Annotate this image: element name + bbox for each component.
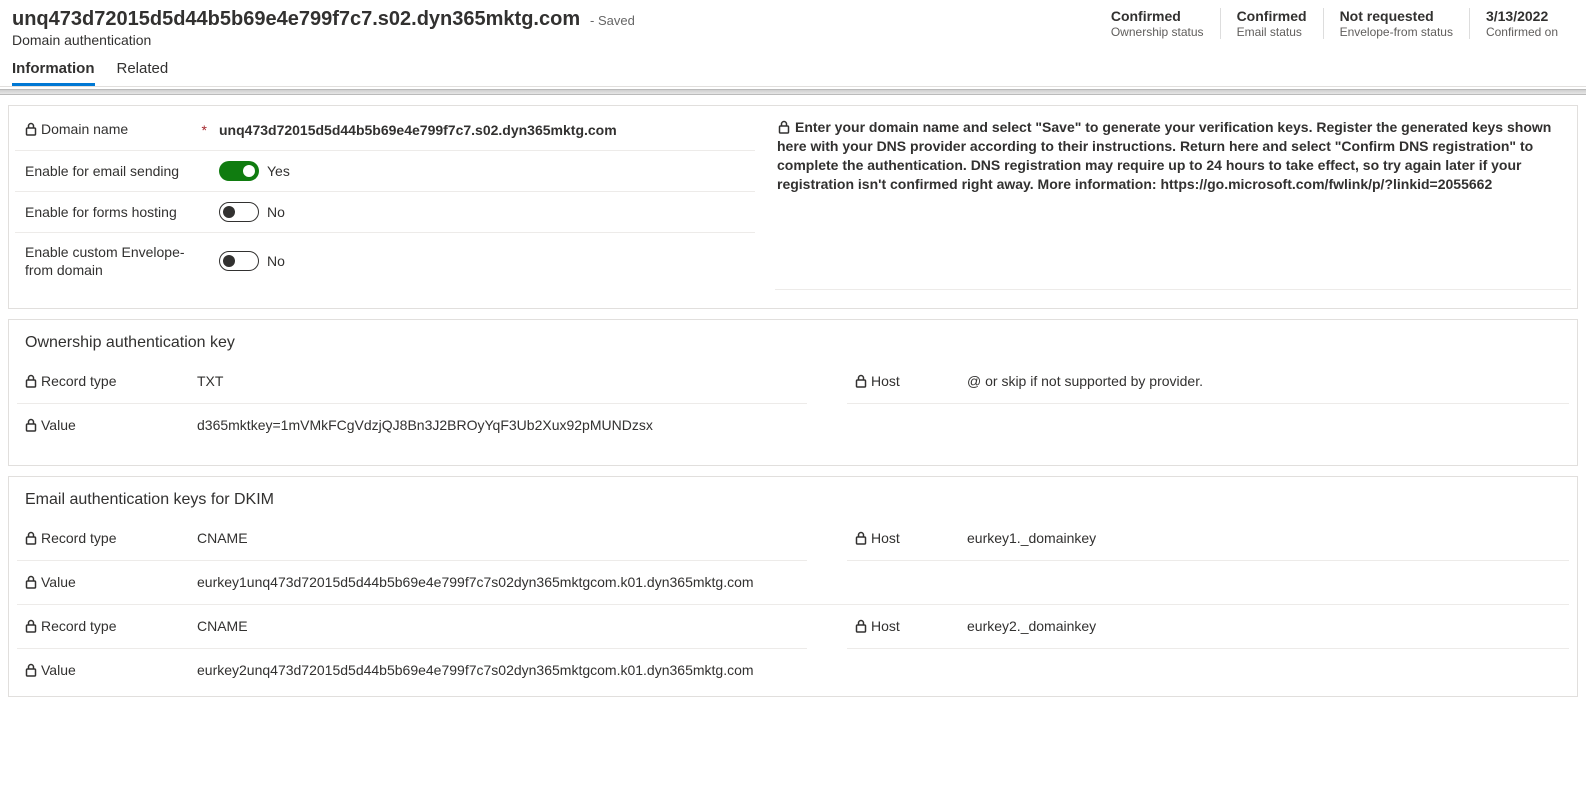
page-header: unq473d72015d5d44b5b69e4e799f7c7.s02.dyn… [0, 0, 1586, 48]
toggle-enable-email-text: Yes [267, 163, 290, 179]
ownership-record-type: TXT [197, 373, 799, 389]
saved-indicator: - Saved [590, 13, 635, 28]
status-envelope: Not requested Envelope-from status [1323, 8, 1469, 39]
ownership-section: Ownership authentication key Record type… [8, 319, 1578, 466]
dkim-value-2: eurkey2unq473d72015d5d44b5b69e4e799f7c7s… [197, 662, 1561, 678]
entity-name: Domain authentication [12, 32, 635, 48]
toggle-enable-forms[interactable] [219, 202, 259, 222]
general-section: Domain name * unq473d72015d5d44b5b69e4e7… [8, 105, 1578, 309]
ownership-value: d365mktkey=1mVMkFCgVdzjQJ8Bn3J2BROyYqF3U… [197, 417, 1561, 433]
dkim-heading: Email authentication keys for DKIM [9, 485, 1577, 517]
dkim-value-row-2: Value eurkey2unq473d72015d5d44b5b69e4e79… [17, 649, 1569, 692]
domain-name-label: Domain name [41, 120, 128, 138]
dkim-host-2: eurkey2._domainkey [967, 618, 1561, 634]
lock-icon [855, 529, 867, 548]
ownership-host-row: Host @ or skip if not supported by provi… [847, 360, 1569, 404]
ownership-record-type-row: Record type TXT [17, 360, 807, 404]
lock-icon [25, 416, 37, 435]
dkim-value-row-1: Value eurkey1unq473d72015d5d44b5b69e4e79… [17, 561, 1569, 605]
dkim-record-type-1: CNAME [197, 530, 799, 546]
dkim-value-1: eurkey1unq473d72015d5d44b5b69e4e799f7c7s… [197, 574, 1561, 590]
page-title: unq473d72015d5d44b5b69e4e799f7c7.s02.dyn… [12, 8, 580, 30]
status-summary: Confirmed Ownership status Confirmed Ema… [1095, 8, 1574, 39]
dkim-section: Email authentication keys for DKIM Recor… [8, 476, 1578, 697]
lock-icon [25, 372, 37, 391]
toggle-enable-forms-text: No [267, 204, 285, 220]
lock-icon [855, 372, 867, 391]
row-enable-forms: Enable for forms hosting No [15, 192, 755, 233]
ownership-host: @ or skip if not supported by provider. [967, 373, 1561, 389]
lock-icon [25, 120, 37, 140]
enable-envelope-label: Enable custom Envelope-from domain [25, 243, 185, 279]
dkim-host-1: eurkey1._domainkey [967, 530, 1561, 546]
toggle-enable-envelope-text: No [267, 253, 285, 269]
lock-icon [777, 118, 791, 134]
lock-icon [25, 529, 37, 548]
toggle-enable-email[interactable] [219, 161, 259, 181]
info-banner: Enter your domain name and select "Save"… [775, 114, 1571, 290]
toggle-enable-envelope[interactable] [219, 251, 259, 271]
row-domain-name: Domain name * unq473d72015d5d44b5b69e4e7… [15, 114, 755, 151]
tab-underline [0, 86, 1586, 87]
dkim-host-row-2: Host eurkey2._domainkey [847, 605, 1569, 649]
tab-related[interactable]: Related [117, 60, 169, 86]
lock-icon [25, 617, 37, 636]
divider-bar [0, 89, 1586, 95]
row-enable-envelope: Enable custom Envelope-from domain No [15, 233, 755, 289]
row-enable-email: Enable for email sending Yes [15, 151, 755, 192]
lock-icon [25, 661, 37, 680]
dkim-record-type-row-2: Record type CNAME [17, 605, 807, 649]
domain-name-value: unq473d72015d5d44b5b69e4e799f7c7.s02.dyn… [219, 122, 745, 138]
ownership-value-row: Value d365mktkey=1mVMkFCgVdzjQJ8Bn3J2BRO… [17, 404, 1569, 447]
status-email: Confirmed Email status [1220, 8, 1323, 39]
dkim-record-type-2: CNAME [197, 618, 799, 634]
tab-bar: Information Related [0, 48, 1586, 86]
dkim-host-row-1: Host eurkey1._domainkey [847, 517, 1569, 561]
enable-email-label: Enable for email sending [25, 162, 179, 180]
lock-icon [25, 573, 37, 592]
status-confirmed-on: 3/13/2022 Confirmed on [1469, 8, 1574, 39]
ownership-heading: Ownership authentication key [9, 328, 1577, 360]
status-ownership: Confirmed Ownership status [1095, 8, 1220, 39]
lock-icon [855, 617, 867, 636]
required-indicator: * [197, 121, 207, 139]
dkim-record-type-row-1: Record type CNAME [17, 517, 807, 561]
enable-forms-label: Enable for forms hosting [25, 203, 177, 221]
tab-information[interactable]: Information [12, 60, 95, 86]
